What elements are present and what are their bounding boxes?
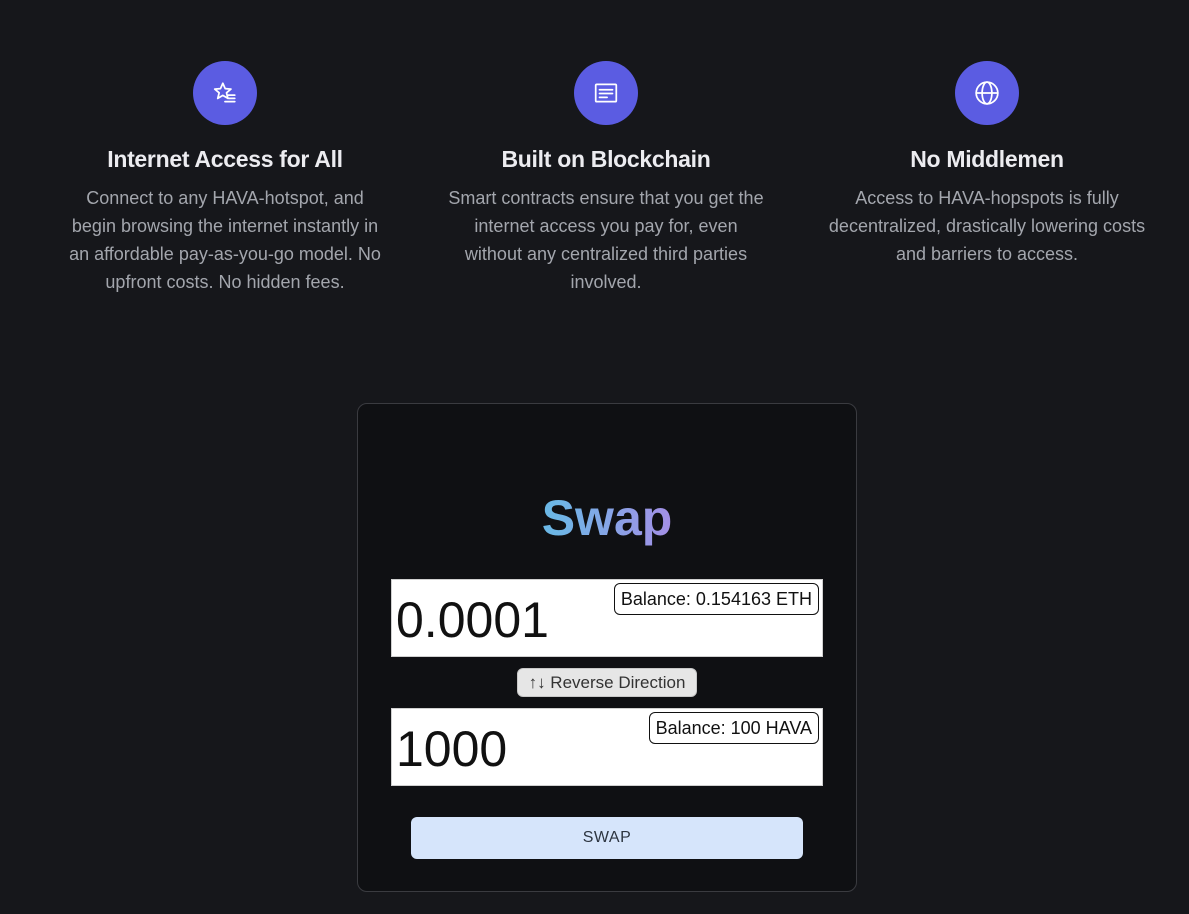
from-amount-field[interactable]: 0.0001 Balance: 0.154163 ETH	[391, 579, 823, 657]
swap-card: Swap 0.0001 Balance: 0.154163 ETH ↑↓ Rev…	[357, 403, 857, 892]
feature-title: No Middlemen	[910, 146, 1064, 172]
star-list-icon	[193, 61, 257, 125]
feature-title: Internet Access for All	[107, 146, 343, 172]
to-amount-field[interactable]: 1000 Balance: 100 HAVA	[391, 708, 823, 786]
feature-no-middlemen: No Middlemen Access to HAVA-hopspots is …	[827, 61, 1147, 268]
feature-blockchain: Built on Blockchain Smart contracts ensu…	[446, 61, 766, 296]
reverse-direction-button[interactable]: ↑↓ Reverse Direction	[517, 668, 697, 697]
feature-title: Built on Blockchain	[501, 146, 711, 172]
to-balance-badge: Balance: 100 HAVA	[648, 712, 819, 744]
document-icon	[574, 61, 638, 125]
feature-description: Connect to any HAVA-hotspot, and begin b…	[69, 188, 381, 292]
feature-description: Smart contracts ensure that you get the …	[448, 188, 764, 292]
from-balance-badge: Balance: 0.154163 ETH	[613, 583, 819, 615]
globe-icon	[955, 61, 1019, 125]
features-section: Internet Access for All Connect to any H…	[0, 0, 1189, 360]
from-amount-value[interactable]: 0.0001	[396, 594, 549, 646]
feature-internet-access: Internet Access for All Connect to any H…	[65, 61, 385, 296]
to-amount-value[interactable]: 1000	[396, 723, 507, 775]
swap-title: Swap	[358, 488, 856, 548]
feature-description: Access to HAVA-hopspots is fully decentr…	[828, 188, 1146, 264]
swap-button[interactable]: SWAP	[411, 817, 803, 859]
